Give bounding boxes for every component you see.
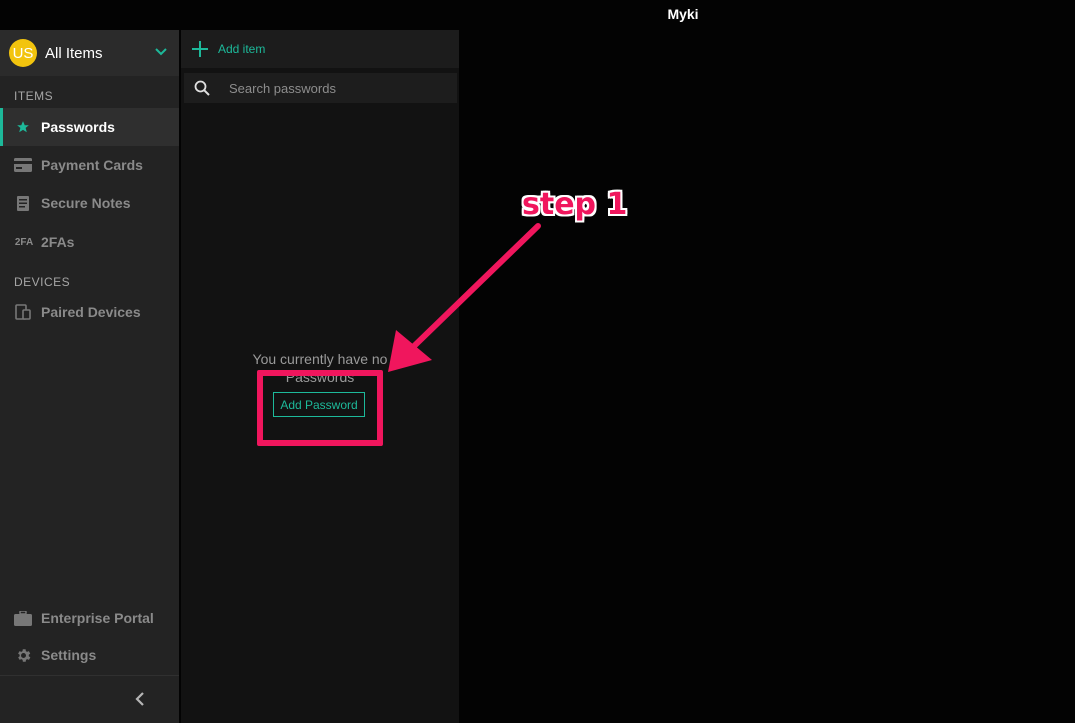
annotation-highlight-box: [257, 370, 383, 446]
sidebar-item-passwords[interactable]: Passwords: [0, 108, 179, 146]
twofa-icon: 2FA: [14, 236, 34, 248]
add-item-button[interactable]: Add item: [181, 30, 459, 68]
sidebar-item-payment-cards[interactable]: Payment Cards: [0, 146, 179, 184]
sidebar-item-label: 2FAs: [41, 234, 75, 250]
add-item-label: Add item: [218, 42, 266, 56]
note-icon: [13, 193, 33, 213]
sidebar-item-label: Secure Notes: [41, 195, 131, 211]
devices-icon: [13, 302, 33, 322]
detail-panel: [459, 30, 1075, 723]
window-title: Myki: [667, 6, 699, 22]
sidebar-item-secure-notes[interactable]: Secure Notes: [0, 184, 179, 222]
avatar: US: [9, 39, 37, 67]
credit-card-icon: [13, 155, 33, 175]
title-bar: Myki: [0, 0, 1075, 30]
chevron-down-icon: [155, 48, 167, 56]
annotation-label: step 1: [522, 187, 628, 222]
sidebar-item-settings[interactable]: Settings: [0, 636, 179, 674]
vault-selector[interactable]: US All Items: [0, 30, 179, 76]
section-heading-devices: DEVICES: [14, 275, 71, 289]
plus-icon: [192, 41, 208, 57]
sidebar-item-label: Paired Devices: [41, 304, 141, 320]
sidebar-item-label: Payment Cards: [41, 157, 143, 173]
sidebar-item-enterprise-portal[interactable]: Enterprise Portal: [0, 599, 179, 637]
search-input[interactable]: [229, 80, 439, 96]
gear-icon: [13, 645, 33, 665]
sidebar-item-paired-devices[interactable]: Paired Devices: [0, 293, 179, 331]
sidebar-item-label: Passwords: [41, 119, 115, 135]
sidebar-item-2fas[interactable]: 2FA 2FAs: [0, 223, 179, 261]
sidebar-item-label: Settings: [41, 647, 97, 663]
vault-name: All Items: [45, 44, 103, 62]
search-icon: [194, 80, 210, 96]
briefcase-icon: [13, 608, 33, 628]
search-bar: [184, 73, 457, 103]
chevron-left-icon[interactable]: [132, 691, 148, 707]
collapse-bar: [0, 675, 179, 723]
app-window: Myki US All Items ITEMS Passwords Paymen…: [0, 0, 1075, 723]
sidebar-item-label: Enterprise Portal: [41, 610, 154, 626]
star-icon: [13, 117, 33, 137]
sidebar: US All Items ITEMS Passwords Payment Car…: [0, 30, 179, 723]
section-heading-items: ITEMS: [14, 89, 54, 103]
annotation-arrow: [388, 223, 541, 372]
